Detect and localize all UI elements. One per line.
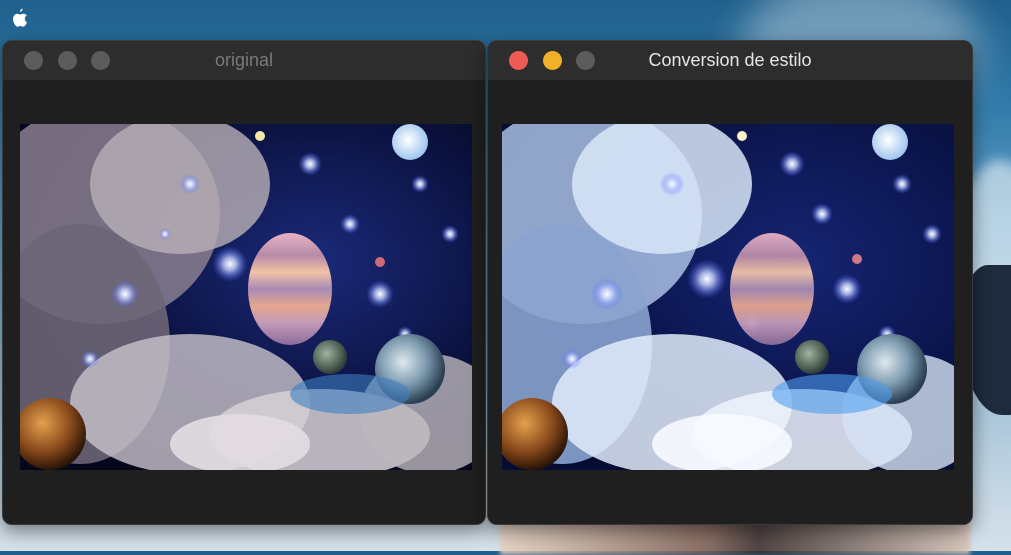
titlebar[interactable]: original bbox=[3, 41, 485, 81]
original-window[interactable]: original bbox=[2, 40, 486, 525]
space-scene-image bbox=[20, 124, 472, 470]
style-conversion-window[interactable]: Conversion de estilo bbox=[487, 40, 973, 525]
styled-space-scene-image bbox=[502, 124, 954, 470]
apple-icon[interactable] bbox=[10, 7, 28, 29]
titlebar[interactable]: Conversion de estilo bbox=[488, 41, 972, 81]
window-title: Conversion de estilo bbox=[648, 50, 812, 70]
window-title: original bbox=[214, 50, 274, 70]
